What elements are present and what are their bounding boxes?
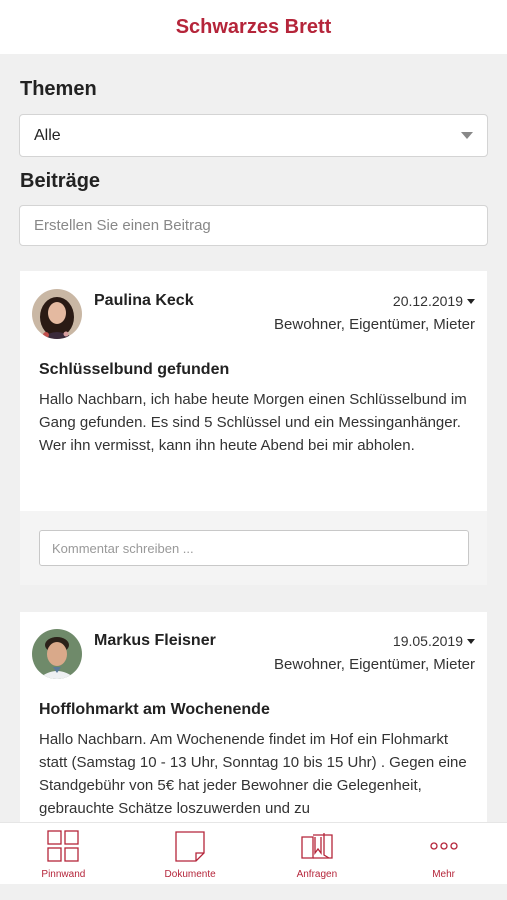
themes-select[interactable]: Alle: [19, 114, 488, 157]
tab-anfragen[interactable]: Anfragen: [254, 823, 381, 884]
tab-label: Anfragen: [296, 869, 338, 880]
app-header: Schwarzes Brett: [0, 0, 507, 54]
post-card: Markus Fleisner 19.05.2019 Bewohner, Eig…: [20, 612, 487, 822]
avatar[interactable]: [32, 289, 82, 339]
post-date[interactable]: 19.05.2019: [393, 633, 475, 649]
create-post-input[interactable]: [19, 205, 488, 246]
chevron-down-icon: [461, 132, 473, 139]
caret-down-icon: [467, 298, 475, 304]
tab-mehr[interactable]: Mehr: [380, 823, 507, 884]
post-author[interactable]: Markus Fleisner: [94, 632, 216, 650]
post-roles: Bewohner, Eigentümer, Mieter: [274, 656, 475, 673]
grid-icon: [47, 830, 80, 862]
tab-label: Dokumente: [164, 869, 216, 880]
main-content[interactable]: Themen Alle Beiträge Paulina Keck 20.12.…: [0, 54, 507, 822]
tab-bar: Pinnwand Dokumente Anfragen Mehr: [0, 822, 507, 884]
bottom-strip: [0, 884, 507, 900]
tab-dokumente[interactable]: Dokumente: [127, 823, 254, 884]
post-card: Paulina Keck 20.12.2019 Bewohner, Eigent…: [20, 271, 487, 511]
caret-down-icon: [467, 638, 475, 644]
posts-heading: Beiträge: [20, 170, 101, 192]
tab-label: Mehr: [432, 869, 456, 880]
post-date[interactable]: 20.12.2019: [393, 293, 475, 309]
document-icon: [175, 831, 205, 862]
post-roles: Bewohner, Eigentümer, Mieter: [274, 316, 475, 333]
post-date-text: 19.05.2019: [392, 633, 463, 649]
post-body: Hallo Nachbarn. Am Wochenende findet im …: [39, 731, 467, 817]
themes-select-value: Alle: [34, 126, 61, 144]
post-author[interactable]: Paulina Keck: [94, 292, 194, 310]
page-title: Schwarzes Brett: [175, 15, 332, 38]
comment-input[interactable]: [39, 530, 469, 566]
requests-icon: [301, 833, 333, 859]
post-body: Hallo Nachbarn, ich habe heute Morgen ei…: [39, 391, 467, 454]
comment-area: [20, 511, 487, 585]
post-title: Hofflohmarkt am Wochenende: [39, 701, 270, 718]
avatar[interactable]: [32, 629, 82, 679]
post-date-text: 20.12.2019: [392, 293, 463, 309]
tab-label: Pinnwand: [41, 869, 86, 880]
tab-pinnwand[interactable]: Pinnwand: [0, 823, 127, 884]
post-title: Schlüsselbund gefunden: [39, 361, 230, 378]
themes-heading: Themen: [20, 78, 97, 100]
more-icon: [429, 842, 458, 850]
